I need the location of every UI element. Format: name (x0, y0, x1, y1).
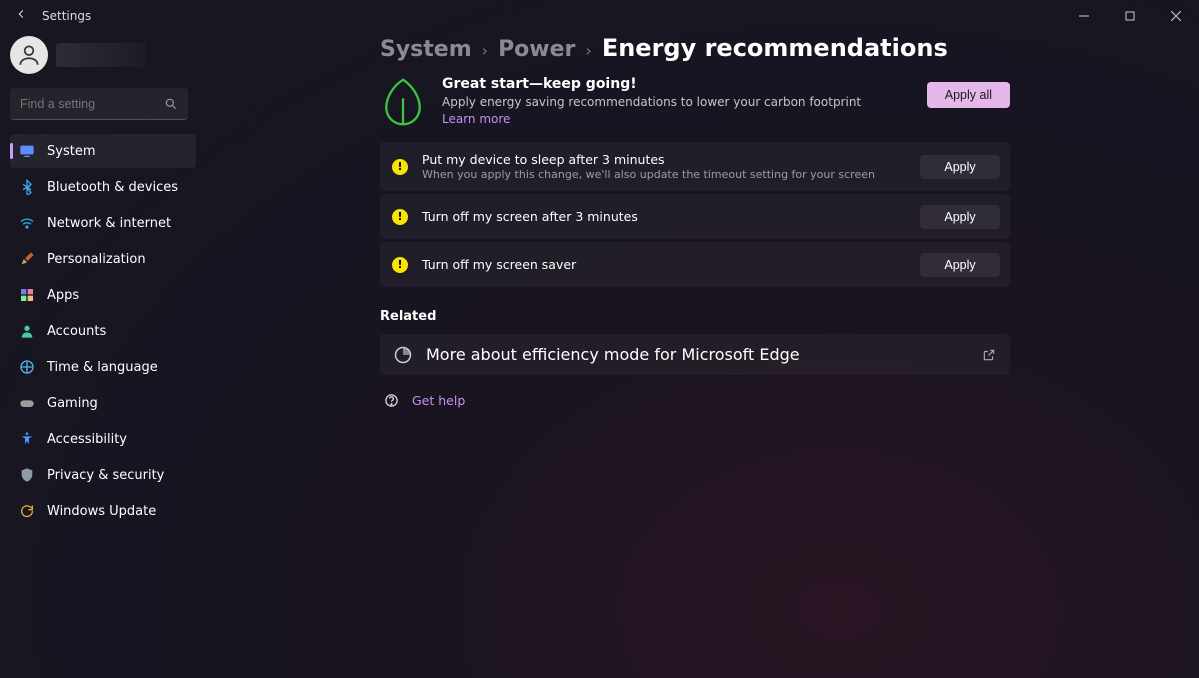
back-button[interactable] (14, 7, 28, 25)
sidebar-item-label: Apps (47, 288, 79, 303)
related-heading: Related (380, 309, 1010, 324)
apply-button[interactable]: Apply (920, 253, 1000, 277)
apply-all-button[interactable]: Apply all (927, 82, 1010, 108)
apps-icon (19, 287, 35, 303)
close-button[interactable] (1153, 0, 1199, 32)
learn-more-link[interactable]: Learn more (442, 112, 861, 126)
sidebar-item-accessibility[interactable]: Accessibility (10, 422, 196, 456)
help-icon (384, 393, 399, 408)
sidebar-item-personalization[interactable]: Personalization (10, 242, 196, 276)
recommendation-title: Turn off my screen saver (422, 257, 576, 272)
recommendation-item: ! Put my device to sleep after 3 minutes… (380, 142, 1010, 191)
main-content: System › Power › Energy recommendations … (380, 34, 1010, 408)
person-icon (19, 323, 35, 339)
get-help-link[interactable]: Get help (412, 393, 465, 408)
recommendation-desc: When you apply this change, we'll also u… (422, 168, 875, 181)
sidebar-item-bluetooth[interactable]: Bluetooth & devices (10, 170, 196, 204)
minimize-button[interactable] (1061, 0, 1107, 32)
sidebar-item-privacy[interactable]: Privacy & security (10, 458, 196, 492)
sidebar-item-label: Accounts (47, 324, 106, 339)
sidebar-item-system[interactable]: System (10, 134, 196, 168)
hero-title: Great start—keep going! (442, 76, 861, 92)
sidebar-item-label: Time & language (47, 360, 158, 375)
edge-icon (394, 346, 412, 364)
sidebar: System Bluetooth & devices Network & int… (10, 36, 196, 528)
warning-icon: ! (392, 209, 408, 225)
breadcrumb-system[interactable]: System (380, 37, 472, 62)
search-icon (164, 97, 178, 111)
apply-button[interactable]: Apply (920, 155, 1000, 179)
profile-name-redacted (56, 43, 146, 67)
sidebar-item-label: Windows Update (47, 504, 156, 519)
sidebar-item-label: Personalization (47, 252, 146, 267)
page-title: Energy recommendations (602, 34, 948, 62)
paintbrush-icon (19, 251, 35, 267)
sidebar-item-windows-update[interactable]: Windows Update (10, 494, 196, 528)
titlebar: Settings (0, 0, 1199, 32)
globe-clock-icon (19, 359, 35, 375)
breadcrumb-power[interactable]: Power (498, 37, 575, 62)
recommendation-item: ! Turn off my screen after 3 minutes App… (380, 194, 1010, 239)
sidebar-item-label: Network & internet (47, 216, 171, 231)
sidebar-item-label: Privacy & security (47, 468, 164, 483)
recommendations-list: ! Put my device to sleep after 3 minutes… (380, 142, 1010, 287)
sidebar-item-apps[interactable]: Apps (10, 278, 196, 312)
hero-subtitle: Apply energy saving recommendations to l… (442, 95, 861, 109)
hero-banner: Great start—keep going! Apply energy sav… (380, 76, 1010, 128)
breadcrumb: System › Power › Energy recommendations (380, 34, 1010, 62)
update-icon (19, 503, 35, 519)
wifi-icon (19, 215, 35, 231)
profile-block[interactable] (10, 36, 196, 74)
sidebar-item-gaming[interactable]: Gaming (10, 386, 196, 420)
get-help-row[interactable]: Get help (384, 393, 1010, 408)
external-link-icon (982, 348, 996, 362)
shield-icon (19, 467, 35, 483)
sidebar-item-label: Bluetooth & devices (47, 180, 178, 195)
monitor-icon (19, 143, 35, 159)
recommendation-title: Put my device to sleep after 3 minutes (422, 152, 875, 167)
maximize-button[interactable] (1107, 0, 1153, 32)
chevron-icon: › (585, 41, 591, 60)
apply-button[interactable]: Apply (920, 205, 1000, 229)
nav-list: System Bluetooth & devices Network & int… (10, 134, 196, 528)
recommendation-title: Turn off my screen after 3 minutes (422, 209, 638, 224)
avatar (10, 36, 48, 74)
gamepad-icon (19, 395, 35, 411)
leaf-icon (380, 76, 426, 128)
related-edge-efficiency[interactable]: More about efficiency mode for Microsoft… (380, 334, 1010, 375)
window-title: Settings (42, 9, 91, 23)
search-box[interactable] (10, 88, 188, 120)
bluetooth-icon (19, 179, 35, 195)
sidebar-item-label: System (47, 144, 95, 159)
related-label-text: More about efficiency mode for Microsoft… (426, 345, 800, 364)
sidebar-item-network[interactable]: Network & internet (10, 206, 196, 240)
warning-icon: ! (392, 159, 408, 175)
warning-icon: ! (392, 257, 408, 273)
sidebar-item-time-language[interactable]: Time & language (10, 350, 196, 384)
chevron-icon: › (482, 41, 488, 60)
sidebar-item-accounts[interactable]: Accounts (10, 314, 196, 348)
sidebar-item-label: Gaming (47, 396, 98, 411)
window-controls (1061, 0, 1199, 32)
accessibility-icon (19, 431, 35, 447)
search-input[interactable] (20, 97, 160, 111)
recommendation-item: ! Turn off my screen saver Apply (380, 242, 1010, 287)
sidebar-item-label: Accessibility (47, 432, 127, 447)
